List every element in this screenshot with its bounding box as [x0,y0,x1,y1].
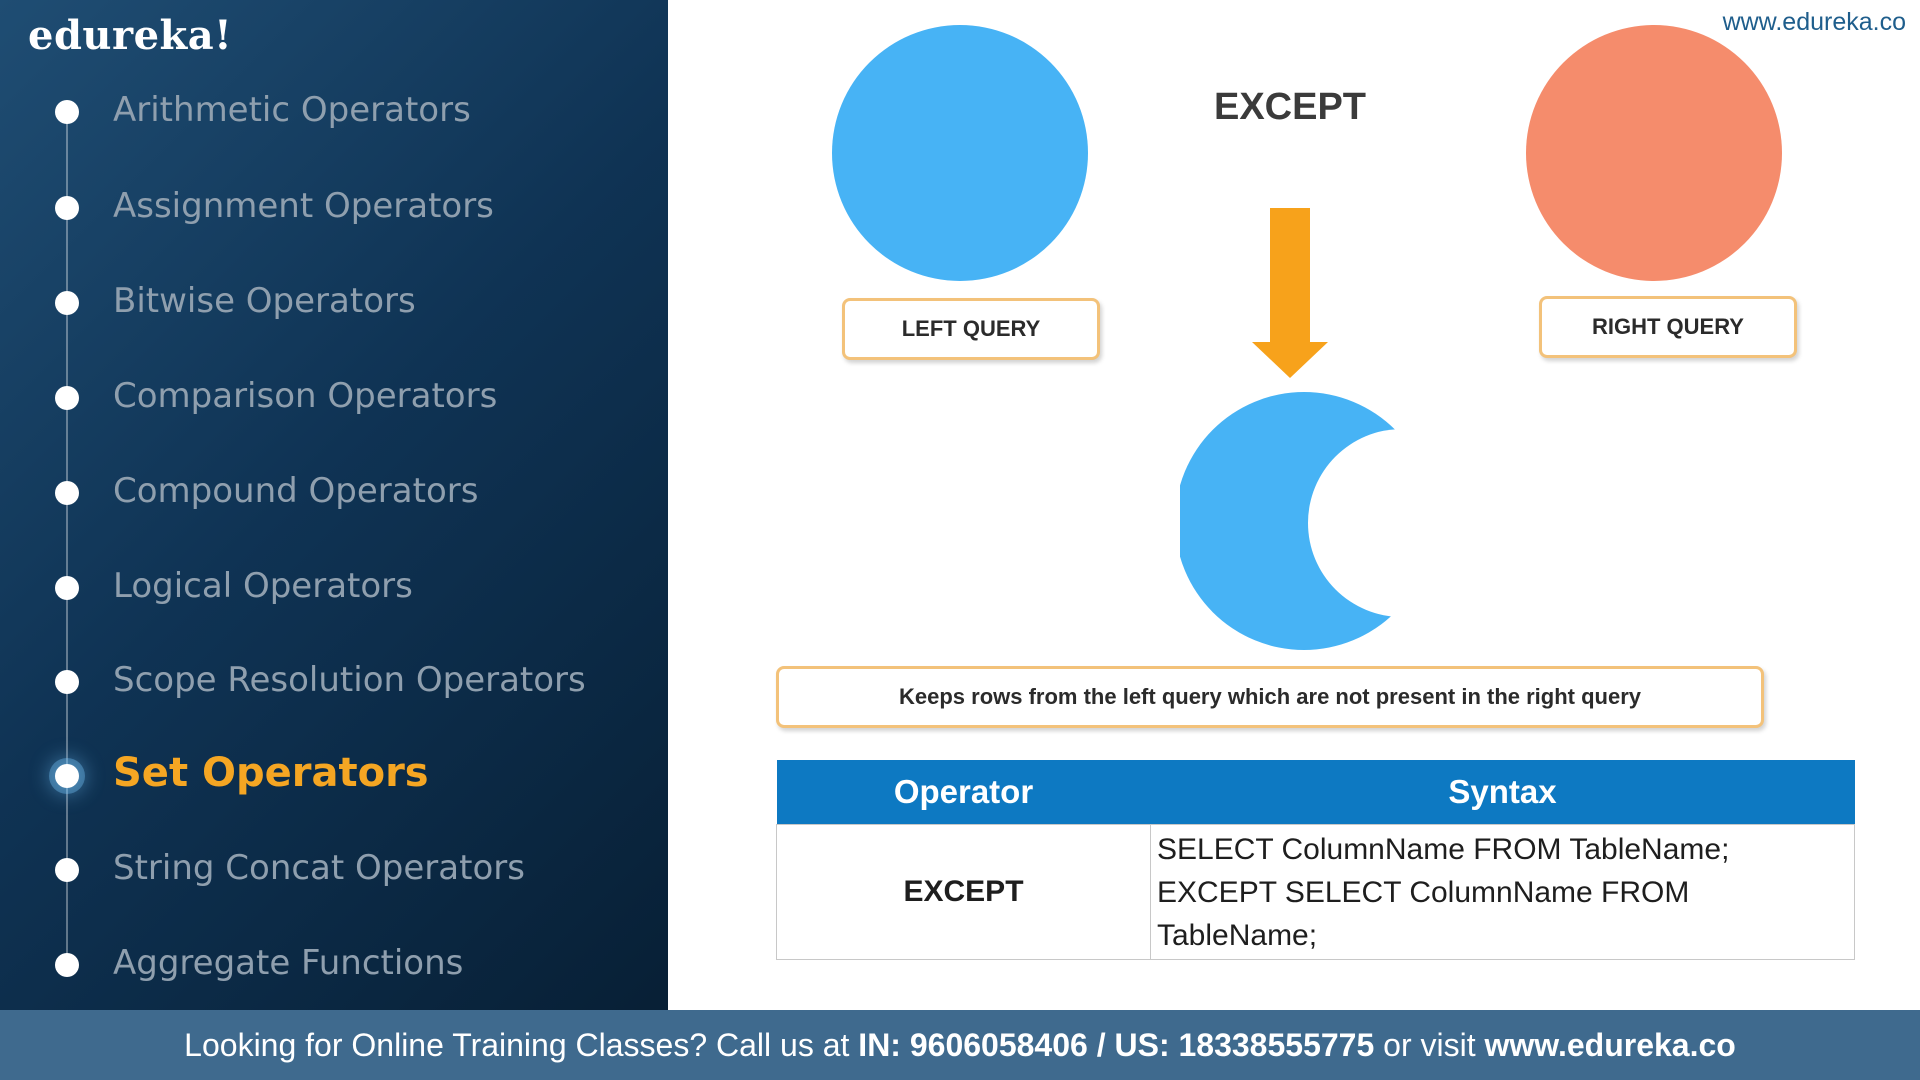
topic-label: Aggregate Functions [113,943,464,983]
topic-assignment-operators[interactable]: Assignment Operators [0,178,668,238]
site-url: www.edureka.co [1722,8,1906,36]
footer-prefix: Looking for Online Training Classes? Cal… [184,1027,859,1063]
footer-middle: or visit [1374,1027,1485,1063]
topic-compound-operators[interactable]: Compound Operators [0,463,668,523]
bullet-icon [55,858,79,882]
topic-set-operators[interactable]: Set Operators [0,746,668,806]
bullet-icon [55,291,79,315]
crescent-shape [1180,392,1410,650]
syntax-line: EXCEPT SELECT ColumnName FROM [1157,875,1690,909]
bullet-icon [55,576,79,600]
topic-label: Bitwise Operators [113,281,416,321]
except-description: Keeps rows from the left query which are… [776,666,1764,728]
table-header-row: Operator Syntax [776,760,1855,825]
bullet-icon [55,196,79,220]
footer-site-link[interactable]: www.edureka.co [1484,1027,1735,1063]
header-operator: Operator [776,760,1151,825]
topic-comparison-operators[interactable]: Comparison Operators [0,368,668,428]
left-query-label: LEFT QUERY [842,298,1100,360]
bullet-icon [55,670,79,694]
diagram-title: EXCEPT [1213,86,1367,128]
syntax-cell: SELECT ColumnName FROM TableName; EXCEPT… [1150,824,1855,960]
bullet-icon [55,481,79,505]
down-arrow-icon [1270,208,1310,343]
bullet-icon [55,100,79,124]
timeline-line [66,115,68,965]
syntax-line: SELECT ColumnName FROM TableName; [1157,832,1730,866]
topic-label: Logical Operators [113,566,413,606]
topic-label: Assignment Operators [113,186,494,226]
topic-label: String Concat Operators [113,848,525,888]
topic-scope-resolution-operators[interactable]: Scope Resolution Operators [0,652,668,712]
topic-aggregate-functions[interactable]: Aggregate Functions [0,935,668,995]
syntax-line: TableName; [1157,918,1318,952]
bullet-icon [55,953,79,977]
topic-label: Scope Resolution Operators [113,660,586,700]
footer-phones: IN: 9606058406 / US: 18338555775 [858,1027,1375,1063]
edureka-logo: edureka! [28,12,233,59]
operator-cell: EXCEPT [776,824,1151,960]
left-query-circle [832,25,1088,281]
topic-label: Set Operators [113,750,429,796]
topic-string-concat-operators[interactable]: String Concat Operators [0,840,668,900]
arrow-head-icon [1252,342,1328,378]
footer-banner: Looking for Online Training Classes? Cal… [0,1010,1920,1080]
header-syntax: Syntax [1150,760,1855,825]
table-row: EXCEPT SELECT ColumnName FROM TableName;… [776,824,1855,960]
topic-label: Compound Operators [113,471,479,511]
except-result-crescent [1180,392,1410,650]
topic-arithmetic-operators[interactable]: Arithmetic Operators [0,82,668,142]
topic-label: Arithmetic Operators [113,90,471,130]
operator-syntax-table: Operator Syntax EXCEPT SELECT ColumnName… [776,760,1855,960]
right-query-circle [1526,25,1782,281]
topic-logical-operators[interactable]: Logical Operators [0,558,668,618]
right-query-label: RIGHT QUERY [1539,296,1797,358]
topic-bitwise-operators[interactable]: Bitwise Operators [0,273,668,333]
topics-sidebar: edureka! Arithmetic Operators Assignment… [0,0,668,1080]
bullet-icon [55,764,79,788]
bullet-icon [55,386,79,410]
topic-label: Comparison Operators [113,376,498,416]
